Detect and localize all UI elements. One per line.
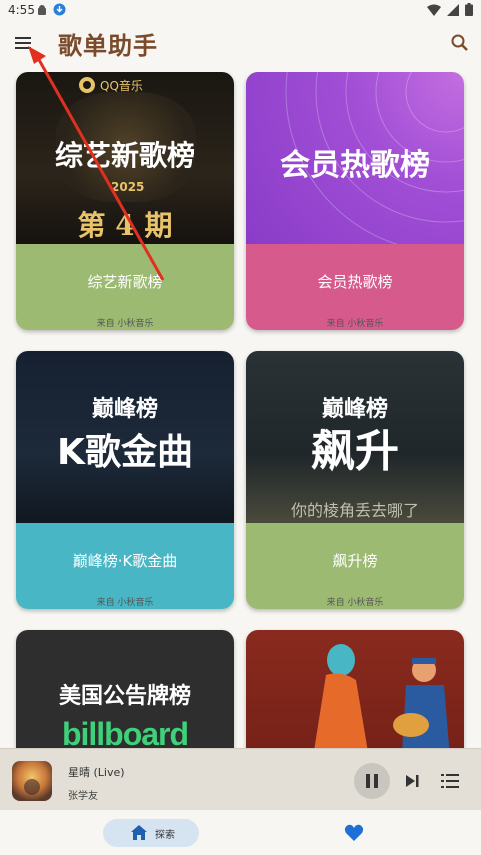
cover-badge: 2025 xyxy=(111,180,145,194)
mini-player[interactable]: 星晴 (Live) 张学友 xyxy=(0,748,481,811)
cover-subtitle: 你的棱角丢去哪了 xyxy=(290,501,419,520)
cover-title: 飙升 xyxy=(311,426,399,477)
song-title: 星晴 (Live) xyxy=(68,766,125,779)
playlist-cover: 美国公告牌榜 billboard xyxy=(16,630,234,748)
billboard-logo: billboard xyxy=(61,716,189,748)
playlist-label: 飙升榜 xyxy=(332,552,378,570)
cover-subtitle: 第 4 期 xyxy=(77,209,173,242)
android-icon xyxy=(38,4,46,15)
cover-title: 综艺新歌榜 xyxy=(54,139,195,172)
playlist-source: 来自 小秋音乐 xyxy=(96,598,154,608)
nav-explore[interactable]: 探索 xyxy=(103,819,199,847)
queue-icon[interactable] xyxy=(438,769,462,793)
playlist-card[interactable]: QQ音乐 综艺新歌榜 2025 第 4 期 综艺新歌榜 来自 小秋音乐 xyxy=(16,72,234,330)
app-title: 歌单助手 xyxy=(58,32,158,60)
next-icon[interactable] xyxy=(402,771,422,791)
nav-explore-label: 探索 xyxy=(155,830,175,841)
cover-brand: 巅峰榜 xyxy=(91,397,158,422)
playlist-band: 巅峰榜·K歌金曲 来自 小秋音乐 xyxy=(16,523,234,609)
playlist-card[interactable]: 巅峰榜 K歌金曲 巅峰榜·K歌金曲 来自 小秋音乐 xyxy=(16,351,234,609)
playlist-cover xyxy=(246,630,464,748)
playlist-band: 会员热歌榜 来自 小秋音乐 xyxy=(246,244,464,330)
playlist-cover: QQ音乐 综艺新歌榜 2025 第 4 期 xyxy=(16,72,234,244)
song-artist: 张学友 xyxy=(68,791,98,802)
cover-title: 会员热歌榜 xyxy=(280,148,430,183)
battery-icon xyxy=(465,3,473,16)
playlist-source: 来自 小秋音乐 xyxy=(96,319,154,329)
playlist-card[interactable]: 会员热歌榜 会员热歌榜 来自 小秋音乐 xyxy=(246,72,464,330)
search-icon[interactable] xyxy=(449,32,471,54)
playlist-cover: 巅峰榜 K歌金曲 xyxy=(16,351,234,523)
qq-music-icon xyxy=(79,77,95,93)
status-bar: 4:55 xyxy=(0,0,481,22)
menu-icon[interactable] xyxy=(12,32,34,54)
album-art-image xyxy=(12,761,52,801)
playlist-cover: 会员热歌榜 xyxy=(246,72,464,244)
playlist-label: 巅峰榜·K歌金曲 xyxy=(72,552,178,570)
cover-title: 美国公告牌榜 xyxy=(58,684,191,709)
pause-icon xyxy=(366,774,378,788)
app-bar: 歌单助手 xyxy=(0,22,481,66)
playlist-source: 来自 小秋音乐 xyxy=(326,598,384,608)
wifi-icon xyxy=(427,4,441,16)
playlist-band: 飙升榜 来自 小秋音乐 xyxy=(246,523,464,609)
bottom-nav: 探索 xyxy=(0,810,481,855)
playlist-label: 会员热歌榜 xyxy=(317,273,393,291)
playlist-source: 来自 小秋音乐 xyxy=(326,319,384,329)
playlist-band: 综艺新歌榜 来自 小秋音乐 xyxy=(16,244,234,330)
playlist-card[interactable]: 巅峰榜 飙升 你的棱角丢去哪了 飙升榜 来自 小秋音乐 xyxy=(246,351,464,609)
playlist-grid: QQ音乐 综艺新歌榜 2025 第 4 期 综艺新歌榜 来自 小秋音乐 会员热歌… xyxy=(0,72,481,748)
playlist-card[interactable] xyxy=(246,630,464,748)
signal-icon xyxy=(447,3,459,16)
status-time: 4:55 xyxy=(8,3,35,17)
cover-title: K歌金曲 xyxy=(57,432,193,473)
home-icon xyxy=(131,825,147,840)
album-art[interactable] xyxy=(12,761,52,801)
performers-illustration xyxy=(314,644,450,748)
pause-button[interactable] xyxy=(354,763,390,799)
playlist-label: 综艺新歌榜 xyxy=(87,273,163,291)
playlist-card[interactable]: 美国公告牌榜 billboard xyxy=(16,630,234,748)
playlist-cover: 巅峰榜 飙升 你的棱角丢去哪了 xyxy=(246,351,464,523)
nav-favorites-heart-icon[interactable] xyxy=(344,823,364,843)
brand-name: QQ音乐 xyxy=(100,78,143,93)
download-icon xyxy=(53,3,66,16)
